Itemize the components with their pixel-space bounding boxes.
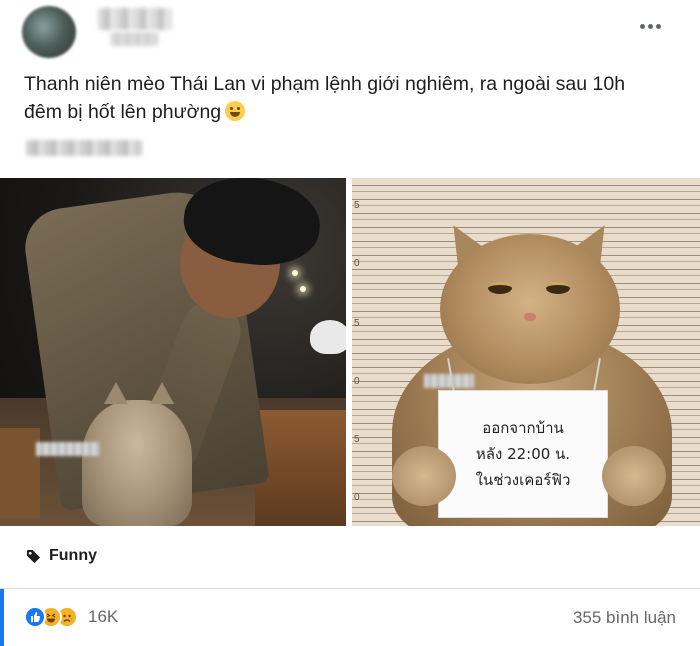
post-meta-redacted [110,32,158,46]
cat-head [440,234,620,384]
cat-paw [392,446,456,506]
cat-paw [602,446,666,506]
ruler-label: 5 [354,434,360,445]
cat-ear [104,382,128,404]
cat-ear [150,382,174,404]
reactions-summary[interactable]: 16K [24,606,118,628]
tag-label: Funny [49,547,97,564]
comments-count-link[interactable]: 355 bình luận [573,608,676,628]
cat-nose [524,313,536,321]
street-light [292,270,298,276]
post-tag[interactable]: Funny [26,547,97,565]
post-photo-cat-mugshot[interactable]: 5 0 5 0 5 0 ออกจากบ้าน หลัง 22:00 น. ในช… [352,178,700,526]
ruler-label: 5 [354,200,360,211]
sign-line: หลัง 22:00 น. [475,445,571,463]
cat-eye [488,282,512,294]
ruler-label: 0 [354,492,360,503]
street-light [300,286,306,292]
more-dots-icon-part [655,23,661,29]
author-avatar[interactable] [22,6,76,58]
ruler-label: 0 [354,258,360,269]
mugshot-sign: ออกจากบ้าน หลัง 22:00 น. ในช่วงเคอร์ฟิว [438,390,608,518]
post-caption: Thanh niên mèo Thái Lan vi phạm lệnh giớ… [24,70,664,126]
more-dots-icon [639,23,645,29]
post-photo-officer[interactable] [0,178,346,526]
more-dots-icon-part [647,23,653,29]
accent-bar [0,589,4,646]
watermark-redacted [36,442,100,456]
wooden-table [0,428,40,518]
more-options-button[interactable] [632,12,668,40]
tag-icon [26,549,41,563]
sign-line: ในช่วงเคอร์ฟิว [475,471,571,489]
feed-post: Thanh niên mèo Thái Lan vi phạm lệnh giớ… [0,0,700,646]
helmet [310,320,346,354]
watermark-redacted [424,374,474,388]
cat-being-held [82,400,192,526]
photo-credit-redacted [26,140,142,156]
ruler-label: 5 [354,318,360,329]
divider [0,588,700,589]
cat-eye [546,282,570,294]
post-caption-text: Thanh niên mèo Thái Lan vi phạm lệnh giớ… [24,73,626,123]
wooden-stump [255,410,346,526]
author-name-redacted[interactable] [98,8,172,30]
grinning-sweat-emoji-icon [225,101,246,121]
sign-line: ออกจากบ้าน [482,419,564,437]
ruler-label: 0 [354,376,360,387]
reaction-count: 16K [88,607,119,626]
like-icon [24,606,46,628]
